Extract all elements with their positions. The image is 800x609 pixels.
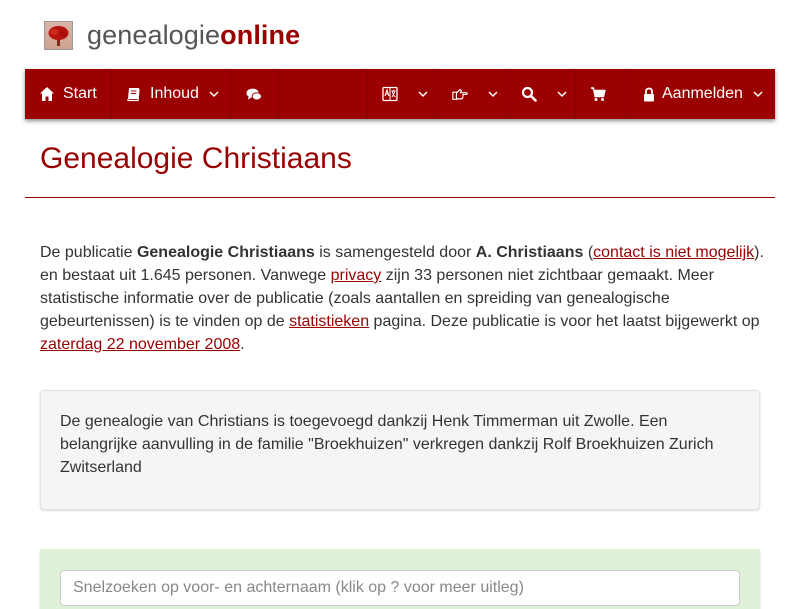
intro-text: pagina. Deze publicatie is voor het laat… [369, 313, 760, 330]
site-name-part1: genealogie [87, 20, 221, 50]
language-icon [382, 86, 398, 102]
quick-search-input[interactable] [60, 570, 740, 606]
privacy-link[interactable]: privacy [331, 267, 382, 284]
main-navbar: Start Inhoud Aanmelden [25, 69, 775, 119]
quick-search-panel [40, 549, 760, 609]
search-icon [521, 86, 537, 102]
cart-icon [590, 86, 606, 102]
hand-point-icon [452, 86, 468, 102]
chevron-down-icon [209, 90, 219, 98]
lock-icon [643, 86, 655, 102]
publication-name: Genealogie Christiaans [136, 244, 315, 261]
chat-icon [246, 86, 262, 102]
nav-aanmelden[interactable]: Aanmelden [627, 69, 775, 119]
publication-note: De genealogie van Christians is toegevoe… [40, 390, 760, 510]
nav-forum[interactable] [231, 69, 279, 119]
site-name-part2: online [220, 20, 301, 50]
divider [25, 197, 775, 198]
last-updated-link[interactable]: zaterdag 22 november 2008 [40, 336, 240, 353]
page-title: Genealogie Christiaans [40, 142, 352, 175]
nav-shop[interactable] [576, 69, 627, 119]
nav-inhoud-label: Inhoud [150, 85, 199, 102]
author-name: A. Christiaans [475, 244, 584, 261]
chevron-down-icon [557, 90, 567, 98]
nav-search[interactable] [507, 69, 576, 119]
contact-link[interactable]: contact is niet mogelijk [593, 244, 754, 261]
intro-text: . [240, 336, 245, 353]
nav-actions[interactable] [438, 69, 507, 119]
book-icon [126, 86, 142, 102]
nav-inhoud[interactable]: Inhoud [112, 69, 231, 119]
nav-aanmelden-label: Aanmelden [662, 85, 743, 102]
intro-text: is samengesteld door [314, 244, 476, 261]
site-logo[interactable]: genealogieonline [44, 18, 300, 52]
nav-start-label: Start [63, 85, 97, 102]
site-name: genealogieonline [87, 19, 300, 51]
chevron-down-icon [488, 90, 498, 98]
publication-intro: De publicatie Genealogie Christiaans is … [40, 241, 765, 356]
home-icon [39, 86, 55, 102]
chevron-down-icon [753, 90, 763, 98]
statistics-link[interactable]: statistieken [289, 313, 369, 330]
nav-language[interactable] [368, 69, 438, 119]
intro-text: De publicatie [40, 244, 137, 261]
intro-text: ( [583, 244, 594, 261]
nav-start[interactable]: Start [25, 69, 112, 119]
chevron-down-icon [418, 90, 428, 98]
nav-spacer [279, 69, 368, 119]
tree-logo-icon [44, 20, 73, 50]
